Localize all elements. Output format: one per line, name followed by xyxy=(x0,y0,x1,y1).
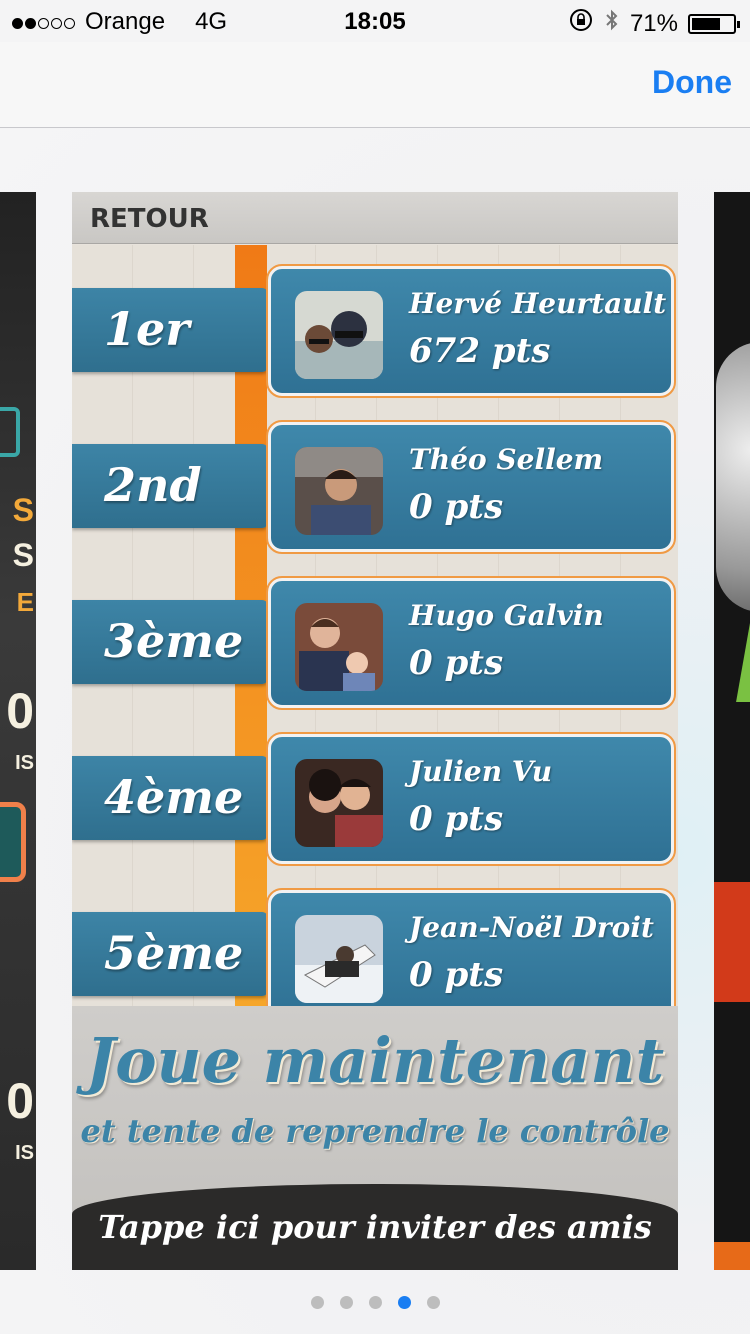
promo-title: Joue maintenant xyxy=(85,1024,665,1097)
player-score: 0 pts xyxy=(409,799,504,839)
player-name: Hugo Galvin xyxy=(409,599,604,632)
player-card[interactable]: Julien Vu 0 pts xyxy=(266,732,676,866)
rank-ribbon: 2nd xyxy=(72,444,268,528)
next-screenshot-preview[interactable] xyxy=(714,192,750,1270)
leaderboard-row: 5ème Jean-Noël Droit 0 pts xyxy=(72,884,678,1024)
nav-bar: Done xyxy=(0,42,750,128)
player-card[interactable]: Hugo Galvin 0 pts xyxy=(266,576,676,710)
leaderboard-row: 4ème Julien Vu 0 pts xyxy=(72,728,678,868)
battery-percent: 71% xyxy=(629,9,678,37)
previous-screenshot-preview[interactable]: S S E 0 IS 0 IS xyxy=(0,192,36,1270)
player-card[interactable]: Théo Sellem 0 pts xyxy=(266,420,676,554)
page-dot[interactable] xyxy=(368,1296,382,1309)
rank-ribbon: 5ème xyxy=(72,912,268,996)
rank-label: 4ème xyxy=(104,770,244,824)
promo-banner[interactable]: Joue maintenant et tente de reprendre le… xyxy=(72,1006,678,1270)
player-score: 672 pts xyxy=(409,331,551,371)
status-bar: Orange 4G 18:05 71% xyxy=(0,0,750,42)
bluetooth-icon xyxy=(604,8,620,39)
player-score: 0 pts xyxy=(409,487,504,527)
page-dot[interactable] xyxy=(310,1296,324,1309)
page-indicator[interactable] xyxy=(0,1296,750,1314)
done-button[interactable]: Done xyxy=(652,64,732,101)
page-dot[interactable] xyxy=(426,1296,440,1309)
game-top-bar: RETOUR xyxy=(72,192,678,244)
player-name: Jean-Noël Droit xyxy=(409,911,654,944)
leaderboard-row: 1er Hervé Heurtault 672 pts xyxy=(72,260,678,400)
rank-label: 2nd xyxy=(104,458,202,512)
player-name: Théo Sellem xyxy=(409,443,604,476)
status-right: 71% xyxy=(568,8,740,39)
rank-label: 5ème xyxy=(104,926,244,980)
promo-subtitle: et tente de reprendre le contrôle xyxy=(80,1112,670,1150)
player-score: 0 pts xyxy=(409,955,504,995)
rank-ribbon: 1er xyxy=(72,288,268,372)
player-card[interactable]: Jean-Noël Droit 0 pts xyxy=(266,888,676,1022)
rank-label: 1er xyxy=(104,302,190,356)
leaderboard-row: 3ème Hugo Galvin 0 pts xyxy=(72,572,678,712)
player-card[interactable]: Hervé Heurtault 672 pts xyxy=(266,264,676,398)
page-dot[interactable] xyxy=(339,1296,353,1309)
avatar xyxy=(295,759,383,847)
avatar xyxy=(295,915,383,1003)
app-screenshot-card: RETOUR 1er Hervé Heurtault 672 pts 2nd T… xyxy=(72,192,678,1270)
player-score: 0 pts xyxy=(409,643,504,683)
rotation-lock-icon xyxy=(568,8,594,39)
player-name: Hervé Heurtault xyxy=(409,287,667,320)
leaderboard-row: 2nd Théo Sellem 0 pts xyxy=(72,416,678,556)
back-button[interactable]: RETOUR xyxy=(90,204,209,234)
battery-icon xyxy=(688,13,740,34)
avatar xyxy=(295,603,383,691)
page-dot[interactable] xyxy=(397,1296,411,1309)
rank-ribbon: 4ème xyxy=(72,756,268,840)
invite-friends-button[interactable]: Tappe ici pour inviter des amis xyxy=(72,1184,678,1270)
avatar xyxy=(295,447,383,535)
rank-ribbon: 3ème xyxy=(72,600,268,684)
rank-label: 3ème xyxy=(104,614,244,668)
invite-label: Tappe ici pour inviter des amis xyxy=(98,1208,652,1246)
player-name: Julien Vu xyxy=(409,755,553,788)
avatar xyxy=(295,291,383,379)
